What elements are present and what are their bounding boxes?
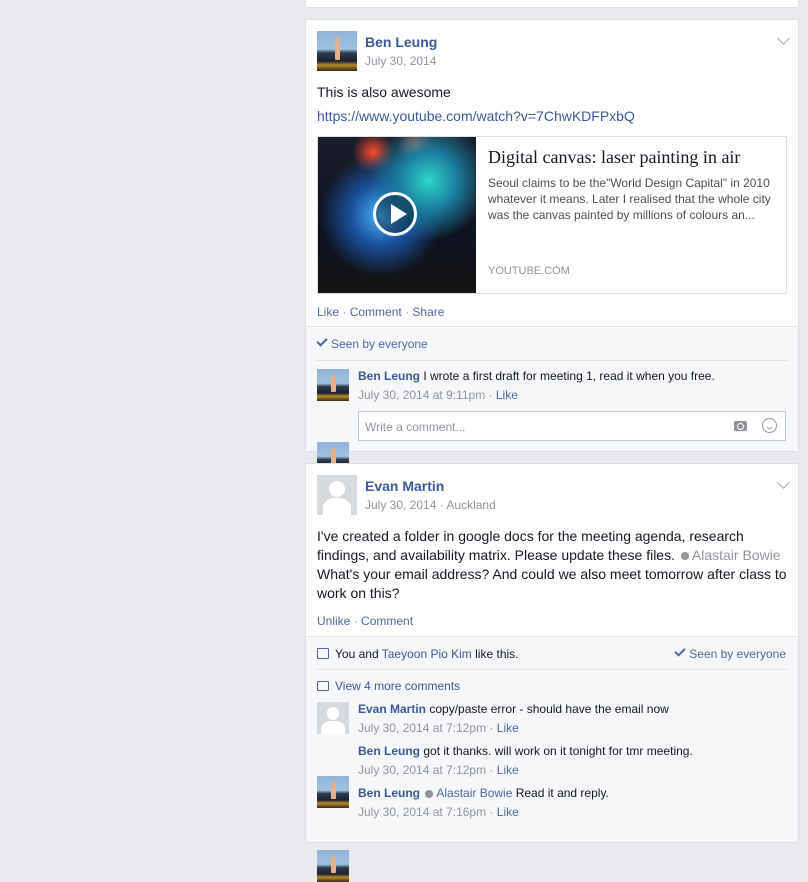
share-button[interactable]: Share: [412, 305, 444, 319]
post-text: I've created a folder in google docs for…: [317, 527, 791, 603]
comment: Ben Leung I wrote a first draft for meet…: [358, 369, 778, 402]
comment-meta: July 30, 2014 at 7:12pm · Like: [358, 763, 519, 777]
thumbs-up-icon: [317, 648, 329, 659]
comment-avatar[interactable]: [317, 850, 349, 882]
comment: Ben Leung Alastair Bowie Read it and rep…: [358, 786, 778, 819]
divider: [317, 360, 787, 361]
comment-bubble-icon: [317, 681, 329, 691]
post-author[interactable]: Evan Martin: [365, 478, 444, 494]
likes-summary: You and Taeyoon Pio Kim like this.: [317, 647, 519, 661]
unlike-button[interactable]: Unlike: [317, 614, 350, 628]
comment-timestamp[interactable]: July 30, 2014 at 7:12pm: [358, 763, 486, 777]
post-meta: July 30, 2014 · Auckland: [365, 498, 496, 512]
likes-and: and: [358, 647, 379, 661]
comment-timestamp[interactable]: July 30, 2014 at 7:16pm: [358, 805, 486, 819]
mention-link[interactable]: Alastair Bowie: [692, 547, 781, 563]
view-more-label: View 4 more comments: [335, 679, 461, 693]
link-preview-title[interactable]: Digital canvas: laser painting in air: [488, 147, 778, 168]
comment-author[interactable]: Ben Leung: [358, 369, 420, 383]
previous-post-stub: [305, 0, 799, 8]
comment-placeholder: Write a comment...: [365, 420, 466, 434]
seen-label: Seen by everyone: [689, 647, 786, 661]
comment-avatar[interactable]: [317, 776, 349, 808]
post-actions: Like · Comment · Share: [317, 305, 445, 319]
post-location[interactable]: Auckland: [446, 498, 495, 512]
comment-text: got it thanks. will work on it tonight f…: [423, 744, 693, 758]
video-thumbnail[interactable]: [318, 137, 476, 293]
emoji-icon[interactable]: [762, 418, 777, 433]
chevron-down-icon[interactable]: [777, 476, 790, 489]
comment-mention[interactable]: Alastair Bowie: [436, 786, 512, 800]
seen-indicator[interactable]: Seen by everyone: [316, 335, 428, 351]
comment-button[interactable]: Comment: [350, 305, 402, 319]
post-link[interactable]: https://www.youtube.com/watch?v=7ChwKDFP…: [317, 108, 635, 124]
view-more-comments[interactable]: View 4 more comments: [317, 679, 460, 693]
post-ben-leung: Ben Leung July 30, 2014 This is also awe…: [305, 19, 799, 474]
camera-icon[interactable]: [734, 421, 747, 431]
like-button[interactable]: Like: [317, 305, 339, 319]
post-footer: Seen by everyone Ben Leung I wrote a fir…: [306, 326, 798, 474]
link-preview-source: YOUTUBE.COM: [488, 265, 570, 277]
comment-timestamp[interactable]: July 30, 2014 at 7:12pm: [358, 721, 486, 735]
seen-label: Seen by everyone: [331, 337, 428, 351]
comment-meta: July 30, 2014 at 7:12pm · Like: [358, 721, 519, 735]
comment-avatar[interactable]: [317, 369, 349, 401]
comment: Ben Leung got it thanks. will work on it…: [358, 744, 778, 777]
liker-link[interactable]: Taeyoon Pio Kim: [382, 647, 472, 661]
link-preview-card[interactable]: Digital canvas: laser painting in air Se…: [317, 136, 787, 294]
comment-like-button[interactable]: Like: [497, 763, 519, 777]
seen-indicator[interactable]: Seen by everyone: [674, 645, 786, 661]
comment-avatar[interactable]: [317, 702, 349, 734]
comment-author[interactable]: Evan Martin: [358, 702, 426, 716]
link-preview-description: Seoul claims to be the"World Design Capi…: [488, 176, 771, 222]
avatar[interactable]: [317, 475, 357, 515]
post-text-part2: What's your email address? And could we …: [317, 566, 787, 601]
checkmark-icon: [316, 335, 328, 347]
comment-like-button[interactable]: Like: [497, 805, 519, 819]
post-footer: You and Taeyoon Pio Kim like this. Seen …: [306, 636, 798, 882]
comment-text: I wrote a first draft for meeting 1, rea…: [423, 369, 715, 383]
likes-suffix: like this.: [475, 647, 519, 661]
chevron-down-icon[interactable]: [777, 32, 790, 45]
post-text: This is also awesome: [317, 84, 451, 100]
verified-icon: [680, 552, 689, 561]
comment-author[interactable]: Ben Leung: [358, 744, 420, 758]
post-actions: Unlike · Comment: [317, 614, 414, 628]
verified-icon: [425, 789, 434, 798]
comment-text: Read it and reply.: [515, 786, 609, 800]
comment-input[interactable]: Write a comment...: [358, 411, 786, 441]
comment-meta: July 30, 2014 at 9:11pm · Like: [358, 388, 518, 402]
post-timestamp[interactable]: July 30, 2014: [365, 54, 436, 68]
comment-like-button[interactable]: Like: [497, 721, 519, 735]
comment-button[interactable]: Comment: [361, 614, 413, 628]
post-author[interactable]: Ben Leung: [365, 34, 437, 50]
comment-timestamp[interactable]: July 30, 2014 at 9:11pm: [358, 388, 485, 402]
post-timestamp[interactable]: July 30, 2014: [365, 498, 436, 512]
likes-you: You: [335, 647, 356, 661]
comment-author[interactable]: Ben Leung: [358, 786, 420, 800]
comment-text: copy/paste error - should have the email…: [429, 702, 669, 716]
divider: [317, 669, 787, 670]
comment: Evan Martin copy/paste error - should ha…: [358, 702, 778, 735]
play-icon[interactable]: [373, 192, 417, 236]
post-evan-martin: Evan Martin July 30, 2014 · Auckland I'v…: [305, 463, 799, 882]
comment-meta: July 30, 2014 at 7:16pm · Like: [358, 805, 519, 819]
comment-like-button[interactable]: Like: [496, 388, 518, 402]
checkmark-icon: [674, 645, 686, 657]
avatar[interactable]: [317, 31, 357, 71]
